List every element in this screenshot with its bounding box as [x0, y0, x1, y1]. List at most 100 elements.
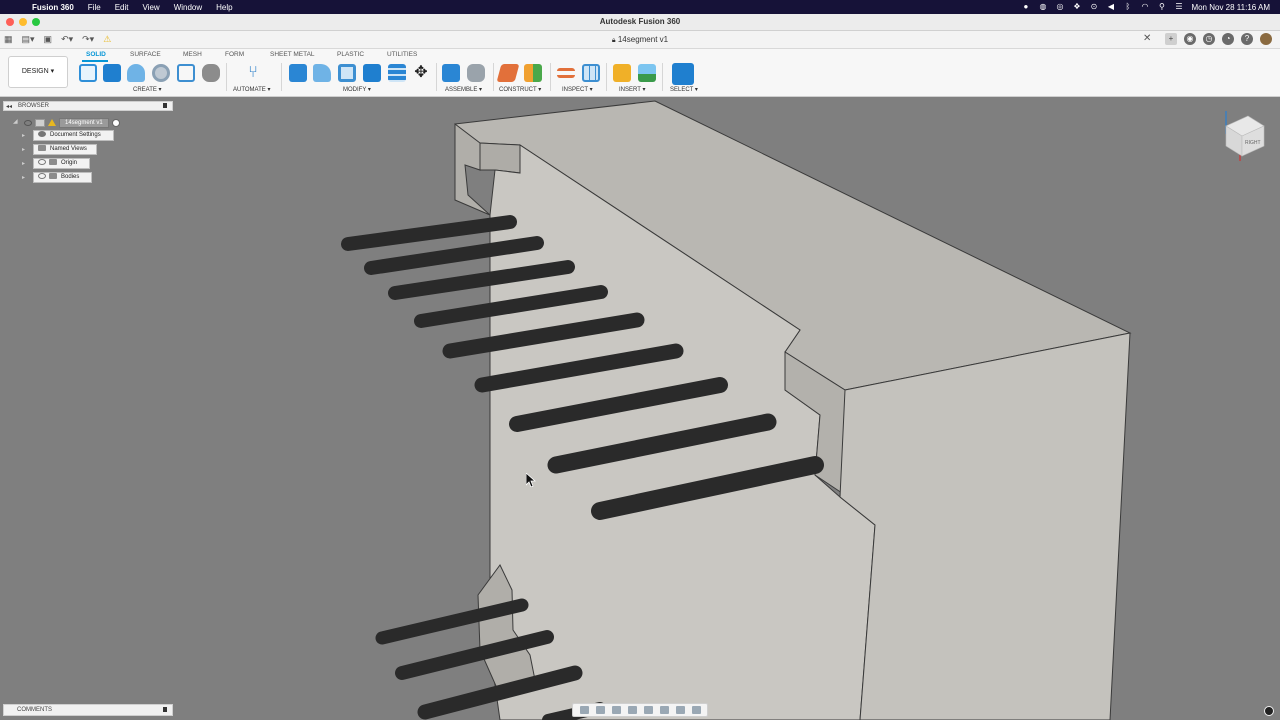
volume-icon[interactable]: ◀ — [1106, 3, 1115, 11]
tree-item-named-views[interactable]: Named Views — [33, 144, 97, 155]
hole-icon[interactable] — [152, 64, 170, 82]
activate-radio[interactable] — [111, 118, 120, 127]
creative-cloud-icon[interactable]: ◎ — [1055, 3, 1064, 11]
collapse-browser-icon[interactable]: ◂◂ — [6, 103, 12, 110]
menu-edit[interactable]: Edit — [115, 3, 129, 12]
close-tab-icon[interactable]: ✕ — [1143, 33, 1151, 44]
menu-window[interactable]: Window — [174, 3, 202, 12]
pan-icon[interactable] — [611, 706, 621, 714]
new-component-icon[interactable] — [442, 64, 460, 82]
job-status-icon[interactable]: ◷ — [1203, 33, 1215, 45]
expand-icon[interactable]: ▸ — [22, 132, 25, 139]
grid-settings-icon[interactable] — [675, 706, 685, 714]
pin[interactable] — [341, 215, 517, 251]
offset-plane-icon[interactable] — [496, 64, 520, 82]
status-circle-icon[interactable]: ◍ — [1038, 3, 1047, 11]
workspace-switcher[interactable]: DESIGN ▾ — [8, 56, 68, 88]
fit-icon[interactable] — [643, 706, 653, 714]
modify-menu[interactable]: MODIFY ▾ — [343, 86, 371, 93]
chat-icon[interactable] — [1264, 706, 1274, 716]
tree-item-document-settings[interactable]: Document Settings — [33, 130, 114, 141]
expand-icon[interactable]: ▸ — [22, 174, 25, 181]
expand-icon[interactable]: ▸ — [22, 160, 25, 167]
tab-surface[interactable]: SURFACE — [130, 51, 161, 58]
tree-item-label: Named Views — [50, 146, 87, 152]
insert-menu[interactable]: INSERT ▾ — [619, 86, 645, 93]
tab-sheet-metal[interactable]: SHEET METAL — [270, 51, 315, 58]
measure-icon[interactable] — [557, 68, 575, 78]
create-menu[interactable]: CREATE ▾ — [133, 86, 162, 93]
automate-menu[interactable]: AUTOMATE ▾ — [233, 86, 270, 93]
split-body-icon[interactable] — [388, 64, 406, 82]
expand-icon[interactable]: ▸ — [22, 146, 25, 153]
wifi-icon[interactable]: ◠ — [1140, 3, 1149, 11]
body-right-face[interactable] — [839, 332, 1131, 720]
move-icon[interactable]: ✥ — [412, 64, 430, 82]
view-cube[interactable]: RIGHT — [1218, 106, 1268, 164]
select-icon[interactable] — [672, 63, 694, 85]
play-circle-icon[interactable]: ⊙ — [1089, 3, 1098, 11]
search-icon[interactable]: ⚲ — [1157, 3, 1166, 11]
insert-derive-icon[interactable] — [613, 64, 631, 82]
app-menu[interactable]: Fusion 360 — [32, 3, 74, 12]
pin-comments-icon[interactable] — [163, 707, 167, 712]
orbit-icon[interactable] — [579, 706, 589, 714]
toolbar-divider — [606, 63, 607, 91]
avatar[interactable] — [1260, 33, 1272, 45]
sphere-icon[interactable] — [202, 64, 220, 82]
top-slot-recess[interactable] — [479, 142, 521, 174]
help-icon[interactable]: ? — [1241, 33, 1253, 45]
shell-icon[interactable] — [338, 64, 356, 82]
comments-panel[interactable]: COMMENTS — [3, 704, 173, 716]
viewports-icon[interactable] — [691, 706, 701, 714]
tree-item-label: Origin — [61, 160, 78, 166]
create-sketch-icon[interactable] — [79, 64, 97, 82]
automate-icon[interactable]: ⑂ — [244, 64, 262, 82]
visibility-eye-icon[interactable] — [24, 119, 32, 126]
midplane-icon[interactable] — [524, 64, 542, 82]
revolve-icon[interactable] — [127, 64, 145, 82]
tab-plastic[interactable]: PLASTIC — [337, 51, 364, 58]
document-tab-bar: ▦ ▤▾ ▣ ↶▾ ↷▾ ⚠ 🔒︎ 14segment v1 ✕ + ◉ ◷ ◔… — [0, 31, 1280, 49]
fillet-icon[interactable] — [313, 64, 331, 82]
new-tab-icon[interactable]: + — [1165, 33, 1177, 45]
menubar-clock[interactable]: Mon Nov 28 11:16 AM — [1191, 3, 1270, 12]
bluetooth-icon[interactable]: ᛒ — [1123, 3, 1132, 11]
section-analysis-icon[interactable] — [582, 64, 600, 82]
tree-item-origin[interactable]: Origin — [33, 158, 90, 169]
inspect-menu[interactable]: INSPECT ▾ — [562, 86, 593, 93]
menu-help[interactable]: Help — [216, 3, 232, 12]
model-scene[interactable] — [0, 97, 1280, 720]
visibility-eye-icon[interactable] — [38, 159, 46, 166]
tab-mesh[interactable]: MESH — [183, 51, 202, 58]
menu-view[interactable]: View — [142, 3, 159, 12]
zoom-icon[interactable] — [627, 706, 637, 714]
combine-icon[interactable] — [363, 64, 381, 82]
notifications-icon[interactable]: ◔ — [1222, 33, 1234, 45]
browser-root-node[interactable]: 14segment v1 — [24, 117, 120, 128]
visibility-eye-icon[interactable] — [38, 173, 46, 180]
tab-solid[interactable]: SOLID — [86, 51, 106, 58]
press-pull-icon[interactable] — [289, 64, 307, 82]
assemble-menu[interactable]: ASSEMBLE ▾ — [445, 86, 482, 93]
document-tab[interactable]: 🔒︎ 14segment v1 — [0, 35, 1280, 45]
tab-utilities[interactable]: UTILITIES — [387, 51, 417, 58]
construct-menu[interactable]: CONSTRUCT ▾ — [499, 86, 541, 93]
joint-icon[interactable] — [467, 64, 485, 82]
tree-item-bodies[interactable]: Bodies — [33, 172, 92, 183]
canvas-viewport[interactable] — [0, 97, 1280, 720]
insert-canvas-icon[interactable] — [638, 64, 656, 82]
menu-file[interactable]: File — [88, 3, 101, 12]
dropbox-icon[interactable]: ❖ — [1072, 3, 1081, 11]
tab-form[interactable]: FORM — [225, 51, 244, 58]
root-expand-icon[interactable]: ◢ — [13, 118, 18, 125]
extensions-icon[interactable]: ◉ — [1184, 33, 1196, 45]
record-icon[interactable]: ● — [1021, 3, 1030, 11]
select-menu[interactable]: SELECT ▾ — [670, 86, 698, 93]
pin-browser-icon[interactable] — [163, 103, 167, 108]
pattern-icon[interactable] — [177, 64, 195, 82]
extrude-icon[interactable] — [103, 64, 121, 82]
look-at-icon[interactable] — [595, 706, 605, 714]
display-settings-icon[interactable] — [659, 706, 669, 714]
control-center-icon[interactable]: ☰ — [1174, 3, 1183, 11]
